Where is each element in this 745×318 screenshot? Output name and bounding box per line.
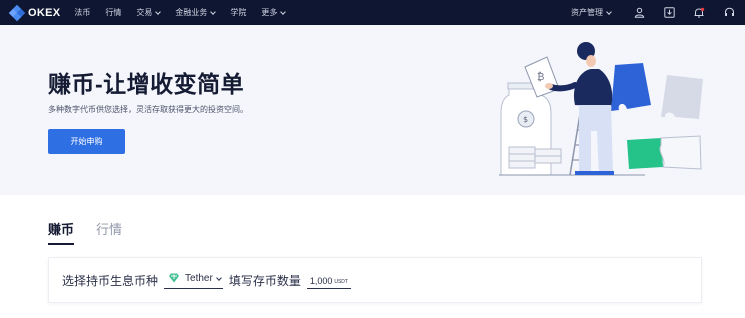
hero-title: 赚币-让增收变简单 <box>48 71 245 97</box>
nav-item-label: 金融业务 <box>175 8 208 17</box>
nav-item-label: 学院 <box>230 8 247 17</box>
logo-mark-icon <box>8 4 26 21</box>
coin-select-value: Tether <box>185 273 213 284</box>
chevron-down-icon <box>155 8 162 15</box>
asset-management-label: 资产管理 <box>571 8 603 17</box>
nav-item-label: 行情 <box>105 8 122 17</box>
amount-label: 填写存币数量 <box>228 273 301 288</box>
logo-text: OKEX <box>28 6 61 19</box>
nav-item-academy[interactable]: 学院 <box>230 7 246 18</box>
nav-item-label: 交易 <box>136 8 153 17</box>
amount-unit: USDT <box>334 278 348 285</box>
tab-earn[interactable]: 赚币 <box>48 219 75 245</box>
asset-management-menu[interactable]: 资产管理 <box>571 7 612 18</box>
nav-item-finance[interactable]: 金融业务 <box>175 7 217 18</box>
chevron-down-icon <box>280 8 287 15</box>
hero-banner: 赚币-让增收变简单 多种数字代币供您选择，灵活存取获得更大的投资空间。 开始申购… <box>0 25 745 195</box>
okex-logo[interactable]: OKEX <box>8 4 61 21</box>
amount-value: 1,000 <box>309 275 333 286</box>
amount-input[interactable]: 1,000 USDT <box>306 272 351 289</box>
chevron-down-icon <box>215 274 222 281</box>
nav-item-trade[interactable]: 交易 <box>136 7 162 18</box>
svg-text:$: $ <box>523 115 528 124</box>
hero-subtitle: 多种数字代币供您选择，灵活存取获得更大的投资空间。 <box>48 105 248 114</box>
bell-icon[interactable] <box>693 7 705 19</box>
hero-illustration: $ ₿ <box>499 42 703 176</box>
start-subscribe-button[interactable]: 开始申购 <box>48 129 125 154</box>
nav-item-label: 法币 <box>74 8 91 17</box>
nav-item-more[interactable]: 更多 <box>261 7 287 18</box>
chevron-down-icon <box>210 8 217 15</box>
nav-item-label: 更多 <box>261 8 278 17</box>
tab-markets[interactable]: 行情 <box>96 219 122 245</box>
tether-diamond-icon <box>168 270 180 288</box>
earn-form-panel: 选择持币生息币种 Tether 填写存币数量 1,000 USDT <box>48 257 702 303</box>
nav-item-markets[interactable]: 行情 <box>105 7 121 18</box>
top-nav: OKEX 法币 行情 交易 金融业务 学院 更多 资产管理 <box>0 0 745 25</box>
coin-select-label: 选择持币生息币种 <box>62 273 159 288</box>
download-icon[interactable] <box>663 7 675 19</box>
tab-bar: 赚币 行情 <box>48 219 144 245</box>
svg-text:₿: ₿ <box>537 71 544 83</box>
user-icon[interactable] <box>633 7 645 19</box>
coin-select[interactable]: Tether <box>164 271 223 289</box>
headset-icon[interactable] <box>723 7 735 19</box>
nav-item-fiat[interactable]: 法币 <box>74 7 90 18</box>
chevron-down-icon <box>606 8 612 15</box>
